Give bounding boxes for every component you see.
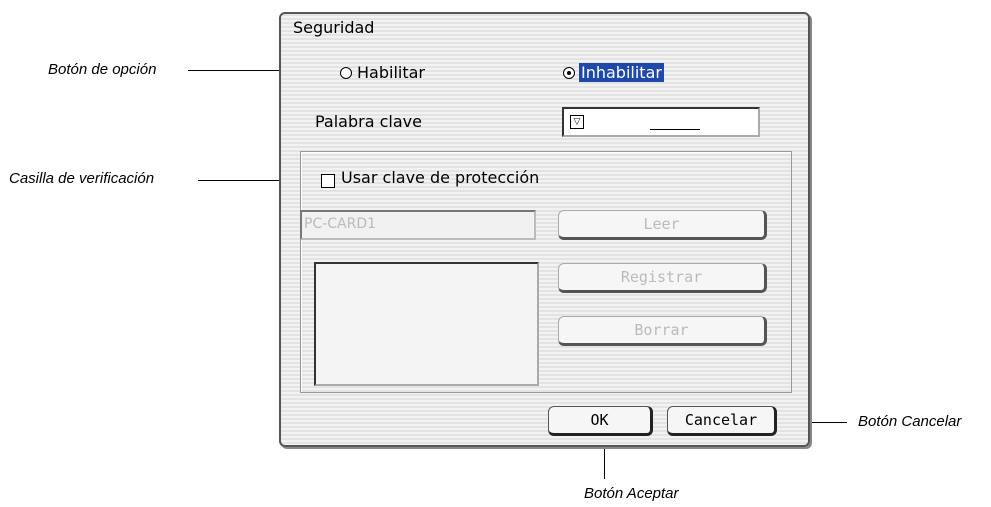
password-label: Palabra clave xyxy=(315,112,422,131)
disable-label[interactable]: Inhabilitar xyxy=(579,63,664,82)
password-value xyxy=(650,129,700,130)
disable-radio[interactable] xyxy=(563,67,575,79)
enable-label[interactable]: Habilitar xyxy=(357,63,425,82)
use-protection-label[interactable]: Usar clave de protección xyxy=(341,168,539,187)
security-dialog: Seguridad Habilitar Inhabilitar Palabra … xyxy=(279,12,810,447)
callout-checkbox: Casilla de verificación xyxy=(9,170,155,187)
callout-ok-button: Botón Aceptar xyxy=(584,485,679,502)
dialog-title: Seguridad xyxy=(293,18,375,37)
ok-button[interactable]: OK xyxy=(548,406,653,436)
key-list-box[interactable] xyxy=(314,262,539,386)
callout-radio-button: Botón de opción xyxy=(48,61,157,78)
dropdown-arrow-icon[interactable]: ▽ xyxy=(570,115,584,129)
callout-cancel-button: Botón Cancelar xyxy=(858,413,962,430)
enable-radio[interactable] xyxy=(340,67,352,79)
cancel-button[interactable]: Cancelar xyxy=(667,406,777,436)
password-field[interactable]: ▽ xyxy=(562,107,760,137)
callout-line-ok xyxy=(604,443,605,479)
register-button[interactable]: Registrar xyxy=(558,263,767,293)
read-button[interactable]: Leer xyxy=(558,210,767,240)
delete-button[interactable]: Borrar xyxy=(558,316,767,346)
use-protection-checkbox[interactable] xyxy=(321,174,335,188)
card-field: PC-CARD1 xyxy=(300,210,536,240)
